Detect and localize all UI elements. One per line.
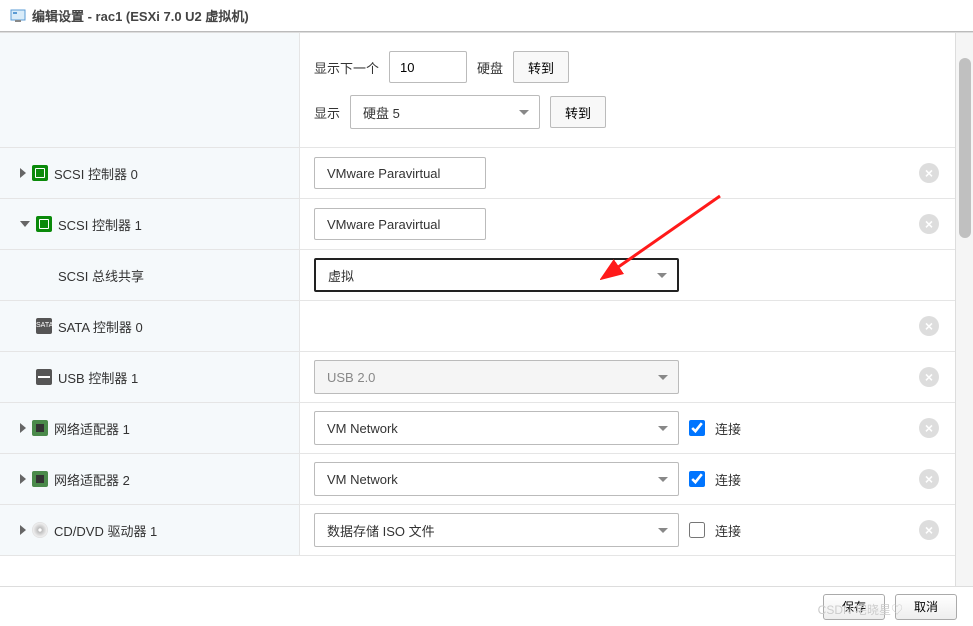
remove-scsi-1[interactable]: × <box>919 214 939 234</box>
usb-1-value: USB 2.0 <box>327 370 375 385</box>
net-1-label: 网络适配器 1 <box>54 419 130 438</box>
scsi-bus-sharing-label: SCSI 总线共享 <box>58 266 144 285</box>
scrollbar-thumb[interactable] <box>959 58 971 238</box>
cddvd-1-value: 数据存储 ISO 文件 <box>327 521 435 540</box>
scsi-1-type-box: VMware Paravirtual <box>314 208 486 240</box>
scsi-0-value-cell: VMware Paravirtual × <box>300 148 955 198</box>
network-icon <box>32 420 48 436</box>
net-1-connect-label: 连接 <box>715 419 741 438</box>
scsi-icon <box>36 216 52 232</box>
label-scsi-0[interactable]: SCSI 控制器 0 <box>0 148 300 198</box>
row-cddvd-drive-1: CD/DVD 驱动器 1 数据存储 ISO 文件 连接 × <box>0 505 955 556</box>
label-sata-0[interactable]: SATA SATA 控制器 0 <box>0 301 300 351</box>
cd-icon <box>32 522 48 538</box>
usb-1-label: USB 控制器 1 <box>58 368 138 387</box>
goto-button-1[interactable]: 转到 <box>513 51 569 83</box>
cddvd-1-select[interactable]: 数据存储 ISO 文件 <box>314 513 679 547</box>
vm-icon <box>10 8 26 24</box>
sata-0-value-cell: × <box>300 301 955 351</box>
remove-usb-1[interactable]: × <box>919 367 939 387</box>
sata-icon: SATA <box>36 318 52 334</box>
net-2-value-cell: VM Network 连接 × <box>300 454 955 504</box>
scsi-1-type: VMware Paravirtual <box>327 217 440 232</box>
net-1-value: VM Network <box>327 421 398 436</box>
cddvd-1-connect-label: 连接 <box>715 521 741 540</box>
row-scsi-bus-sharing: SCSI 总线共享 虚拟 <box>0 250 955 301</box>
expand-icon[interactable] <box>20 168 26 178</box>
usb-icon <box>36 369 52 385</box>
net-2-select[interactable]: VM Network <box>314 462 679 496</box>
scsi-icon <box>32 165 48 181</box>
show-next-input[interactable] <box>389 51 467 83</box>
net-2-label: 网络适配器 2 <box>54 470 130 489</box>
remove-cddvd-1[interactable]: × <box>919 520 939 540</box>
disk-select-value: 硬盘 5 <box>363 103 400 122</box>
usb-1-value-cell: USB 2.0 × <box>300 352 955 402</box>
expand-icon[interactable] <box>20 474 26 484</box>
dialog-header: 编辑设置 - rac1 (ESXi 7.0 U2 虚拟机) <box>0 0 973 32</box>
label-spacer <box>0 33 300 147</box>
row-network-adapter-1: 网络适配器 1 VM Network 连接 × <box>0 403 955 454</box>
net-2-connect-label: 连接 <box>715 470 741 489</box>
row-network-adapter-2: 网络适配器 2 VM Network 连接 × <box>0 454 955 505</box>
cddvd-1-label: CD/DVD 驱动器 1 <box>54 521 157 540</box>
remove-sata-0[interactable]: × <box>919 316 939 336</box>
usb-1-select: USB 2.0 <box>314 360 679 394</box>
dialog-footer: 保存 取消 <box>0 586 973 626</box>
row-usb-controller-1: USB 控制器 1 USB 2.0 × <box>0 352 955 403</box>
remove-scsi-0[interactable]: × <box>919 163 939 183</box>
disk-select[interactable]: 硬盘 5 <box>350 95 540 129</box>
goto-button-2[interactable]: 转到 <box>550 96 606 128</box>
sata-0-label: SATA 控制器 0 <box>58 317 143 336</box>
display-controls: 显示下一个 硬盘 转到 显示 硬盘 5 转到 <box>300 33 955 147</box>
label-net-1[interactable]: 网络适配器 1 <box>0 403 300 453</box>
scsi-bus-sharing-value: 虚拟 <box>328 266 354 285</box>
remove-net-2[interactable]: × <box>919 469 939 489</box>
scsi-0-label: SCSI 控制器 0 <box>54 164 138 183</box>
cddvd-1-value-cell: 数据存储 ISO 文件 连接 × <box>300 505 955 555</box>
net-1-value-cell: VM Network 连接 × <box>300 403 955 453</box>
row-sata-controller-0: SATA SATA 控制器 0 × <box>0 301 955 352</box>
network-icon <box>32 471 48 487</box>
expand-icon[interactable] <box>20 525 26 535</box>
settings-content: 显示下一个 硬盘 转到 显示 硬盘 5 转到 SCSI 控制器 <box>0 32 973 590</box>
cancel-button[interactable]: 取消 <box>895 594 957 620</box>
net-2-value: VM Network <box>327 472 398 487</box>
dialog-title: 编辑设置 - rac1 (ESXi 7.0 U2 虚拟机) <box>32 6 249 25</box>
save-button[interactable]: 保存 <box>823 594 885 620</box>
show-next-label: 显示下一个 <box>314 58 379 77</box>
scsi-bus-sharing-select[interactable]: 虚拟 <box>314 258 679 292</box>
scsi-0-type-box: VMware Paravirtual <box>314 157 486 189</box>
net-1-connect-checkbox[interactable] <box>689 420 705 436</box>
disk-label: 硬盘 <box>477 58 503 77</box>
label-scsi-bus-sharing: SCSI 总线共享 <box>0 250 300 300</box>
label-cddvd-1[interactable]: CD/DVD 驱动器 1 <box>0 505 300 555</box>
cddvd-1-connect-checkbox[interactable] <box>689 522 705 538</box>
show-label: 显示 <box>314 103 340 122</box>
collapse-icon[interactable] <box>20 221 30 227</box>
scsi-1-value-cell: VMware Paravirtual × <box>300 199 955 249</box>
scsi-0-type: VMware Paravirtual <box>327 166 440 181</box>
row-scsi-controller-0: SCSI 控制器 0 VMware Paravirtual × <box>0 148 955 199</box>
label-net-2[interactable]: 网络适配器 2 <box>0 454 300 504</box>
vertical-scrollbar[interactable] <box>955 33 973 590</box>
label-scsi-1[interactable]: SCSI 控制器 1 <box>0 199 300 249</box>
label-usb-1[interactable]: USB 控制器 1 <box>0 352 300 402</box>
settings-grid: 显示下一个 硬盘 转到 显示 硬盘 5 转到 SCSI 控制器 <box>0 33 955 590</box>
expand-icon[interactable] <box>20 423 26 433</box>
row-scsi-controller-1: SCSI 控制器 1 VMware Paravirtual × <box>0 199 955 250</box>
net-2-connect-checkbox[interactable] <box>689 471 705 487</box>
net-1-select[interactable]: VM Network <box>314 411 679 445</box>
scsi-bus-sharing-cell: 虚拟 <box>300 250 955 300</box>
row-display-options: 显示下一个 硬盘 转到 显示 硬盘 5 转到 <box>0 33 955 148</box>
remove-net-1[interactable]: × <box>919 418 939 438</box>
scsi-1-label: SCSI 控制器 1 <box>58 215 142 234</box>
